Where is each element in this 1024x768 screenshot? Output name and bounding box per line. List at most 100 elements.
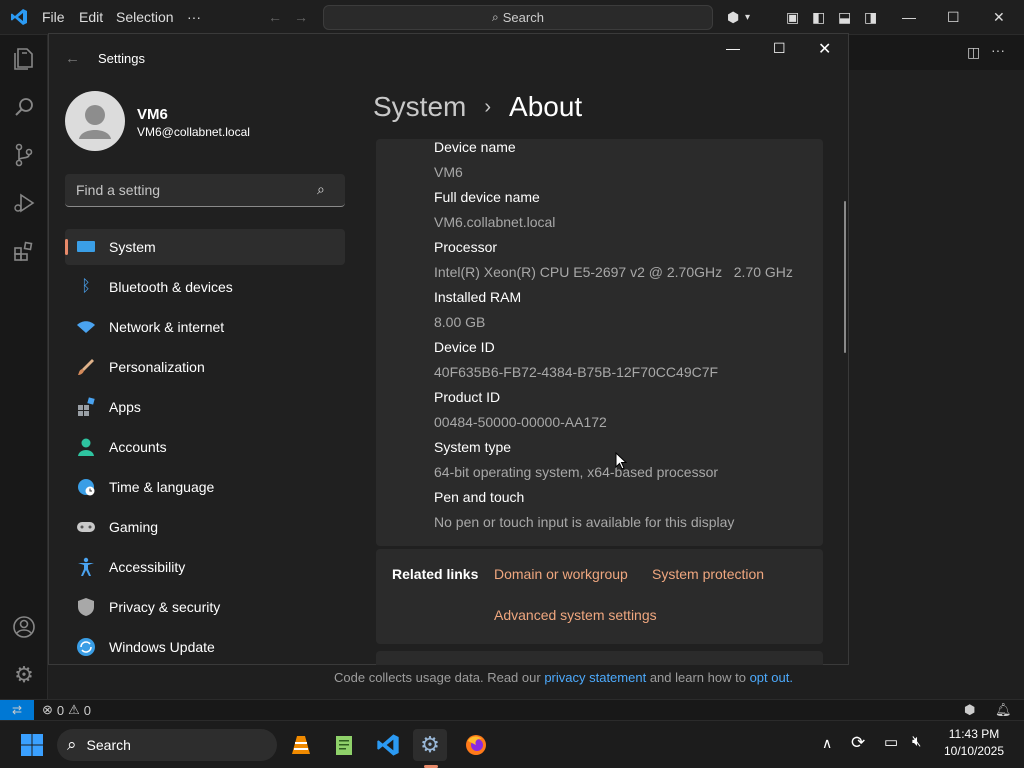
activity-bar: ⚙: [0, 35, 48, 699]
sidebar-item-accounts[interactable]: Accounts: [65, 429, 345, 465]
menu-edit[interactable]: Edit: [79, 9, 103, 25]
spec-label: Processor: [434, 239, 498, 255]
sync-status-icon[interactable]: ⟳: [851, 733, 865, 753]
notice-text: and learn how to: [649, 670, 746, 685]
start-button[interactable]: [15, 729, 49, 761]
back-arrow-icon[interactable]: ←: [65, 50, 80, 67]
sidebar-item-windows-update[interactable]: Windows Update: [65, 629, 345, 665]
sidebar-item-label: System: [109, 239, 156, 255]
spec-value: Intel(R) Xeon(R) CPU E5-2697 v2 @ 2.70GH…: [434, 264, 793, 280]
advanced-system-settings-link[interactable]: Advanced system settings: [494, 607, 657, 623]
user-name: VM6: [137, 106, 168, 123]
sidebar-item-label: Personalization: [109, 359, 205, 375]
sidebar-item-personalization[interactable]: Personalization: [65, 349, 345, 385]
minimize-icon[interactable]: —: [726, 40, 740, 56]
breadcrumb-parent[interactable]: System: [373, 91, 466, 123]
copilot-status-icon[interactable]: ⬢: [964, 702, 975, 718]
taskbar-search[interactable]: ⌕ Search: [57, 729, 277, 761]
close-icon[interactable]: ✕: [993, 9, 1005, 26]
spec-value: 40F635B6-FB72-4384-B75B-12F70CC49C7F: [434, 364, 719, 380]
spec-label: Device ID: [434, 339, 495, 355]
sidebar-item-bluetooth[interactable]: ᛒ Bluetooth & devices: [65, 269, 345, 305]
sidebar-item-label: Accessibility: [109, 559, 186, 575]
warning-count: 0: [83, 702, 92, 718]
menu-more[interactable]: ···: [187, 9, 201, 25]
notepad-app-icon[interactable]: [327, 729, 361, 761]
vscode-app-icon[interactable]: [371, 729, 405, 761]
layout-icon[interactable]: ▣: [786, 9, 799, 26]
toggle-sidebar-icon[interactable]: ◧: [812, 9, 825, 26]
minimize-icon[interactable]: —: [902, 9, 916, 25]
copilot-icon[interactable]: ⬢: [727, 9, 739, 26]
system-protection-link[interactable]: System protection: [652, 566, 764, 582]
privacy-statement-link[interactable]: privacy statement: [544, 670, 646, 685]
notifications-bell-icon[interactable]: 🔔︎: [995, 702, 1012, 718]
spec-value: VM6: [434, 164, 463, 180]
sidebar-item-time-language[interactable]: Time & language: [65, 469, 345, 505]
related-links-title: Related links: [392, 566, 479, 582]
settings-app-icon[interactable]: ⚙: [413, 729, 447, 761]
sidebar-item-accessibility[interactable]: Accessibility: [65, 549, 345, 585]
more-actions-icon[interactable]: ···: [991, 42, 1005, 58]
find-setting-input[interactable]: Find a setting ⌕: [65, 174, 345, 207]
volume-muted-icon[interactable]: 🔇︎: [912, 733, 921, 750]
taskbar-search-label: Search: [86, 737, 131, 753]
search-icon: ⌕: [317, 181, 325, 197]
spec-value: No pen or touch input is available for t…: [434, 514, 735, 530]
back-arrow-icon[interactable]: ←: [268, 9, 282, 25]
remote-indicator[interactable]: ⇄: [0, 700, 34, 720]
clock-time: 11:43 PM: [948, 727, 1000, 741]
sidebar-item-gaming[interactable]: Gaming: [65, 509, 345, 545]
user-email: VM6@collabnet.local: [137, 125, 250, 139]
wifi-icon: [75, 316, 97, 338]
toggle-secondary-sidebar-icon[interactable]: ◨: [864, 9, 877, 26]
extensions-icon[interactable]: [10, 237, 38, 265]
taskbar: ⌕ Search ⚙ ∧ ⟳ ▭ 🔇︎ 11:43 PM 10/10/2025: [0, 720, 1024, 768]
next-card: [376, 651, 823, 665]
menu-file[interactable]: File: [42, 9, 65, 25]
spec-value: 00484-50000-00000-AA172: [434, 414, 607, 430]
network-display-icon[interactable]: ▭: [884, 733, 898, 751]
firefox-app-icon[interactable]: [459, 729, 493, 761]
avatar[interactable]: [65, 91, 125, 151]
sidebar-item-label: Network & internet: [109, 319, 225, 335]
status-bar: ⇄ ⊗ 0 ⚠ 0 ⬢ 🔔︎: [0, 699, 1024, 720]
run-debug-icon[interactable]: [10, 189, 38, 217]
menu-selection[interactable]: Selection: [116, 9, 174, 25]
telemetry-notice: Code collects usage data. Read our priva…: [334, 670, 793, 685]
source-control-icon[interactable]: [10, 141, 38, 169]
maximize-icon[interactable]: ☐: [773, 40, 786, 57]
command-center-search[interactable]: ⌕ Search: [323, 5, 713, 30]
spec-label: System type: [434, 439, 512, 455]
sidebar-item-apps[interactable]: Apps: [65, 389, 345, 425]
toggle-panel-icon[interactable]: ⬓: [838, 9, 851, 26]
sidebar-item-privacy-security[interactable]: Privacy & security: [65, 589, 345, 625]
search-icon[interactable]: [10, 93, 38, 121]
taskbar-clock[interactable]: 11:43 PM 10/10/2025: [940, 727, 1008, 758]
sidebar-item-system[interactable]: System: [65, 229, 345, 265]
command-center-label: Search: [502, 10, 544, 25]
settings-window: ← Settings — ☐ ✕ VM6 VM6@collabnet.local…: [48, 33, 849, 665]
vlc-app-icon[interactable]: [284, 729, 318, 761]
problems-indicator[interactable]: ⊗ 0 ⚠ 0: [42, 702, 91, 718]
scrollbar-thumb[interactable]: [844, 201, 846, 353]
forward-arrow-icon[interactable]: →: [294, 9, 308, 25]
sidebar-item-label: Accounts: [109, 439, 167, 455]
breadcrumb: System › About: [373, 91, 582, 123]
accessibility-icon: [75, 556, 97, 578]
maximize-icon[interactable]: ☐: [947, 9, 960, 26]
opt-out-link[interactable]: opt out.: [750, 670, 793, 685]
globe-clock-icon: [75, 476, 97, 498]
sidebar-item-label: Windows Update: [109, 639, 215, 655]
sidebar-item-network[interactable]: Network & internet: [65, 309, 345, 345]
split-editor-icon[interactable]: ◫: [967, 44, 980, 61]
sidebar-item-label: Gaming: [109, 519, 159, 535]
sidebar-item-label: Privacy & security: [109, 599, 221, 615]
account-icon[interactable]: [10, 613, 38, 641]
show-hidden-icons-chevron-icon[interactable]: ∧: [822, 735, 832, 752]
manage-gear-icon[interactable]: ⚙: [10, 661, 38, 689]
chevron-down-icon[interactable]: ▾: [745, 12, 750, 23]
explorer-icon[interactable]: [10, 45, 38, 73]
close-icon[interactable]: ✕: [818, 39, 831, 59]
domain-workgroup-link[interactable]: Domain or workgroup: [494, 566, 628, 582]
